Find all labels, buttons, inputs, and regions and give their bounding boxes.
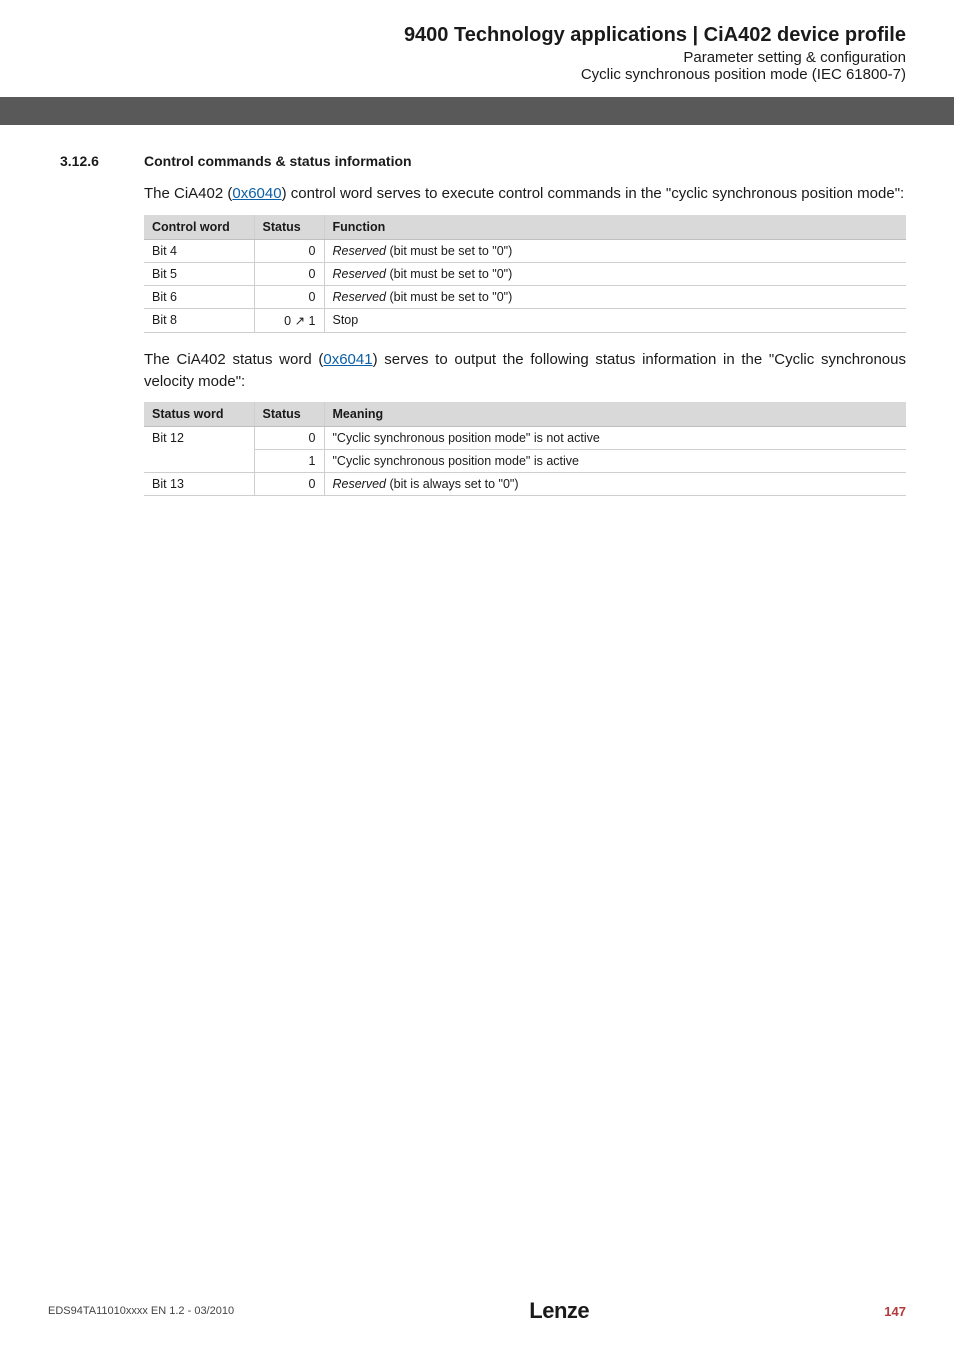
table-row: 1 "Cyclic synchronous position mode" is … [144, 450, 906, 473]
header-subtitle-2: Cyclic synchronous position mode (IEC 61… [0, 66, 906, 83]
t1-h-c3: Function [324, 215, 906, 240]
t1-r2-c2: 0 [254, 285, 324, 308]
table-row: Bit 5 0 Reserved (bit must be set to "0"… [144, 262, 906, 285]
t2-r2-c3r: (bit is always set to "0") [386, 477, 519, 491]
t2-r0-c3: "Cyclic synchronous position mode" is no… [324, 427, 906, 450]
t1-r0-c3r: (bit must be set to "0") [386, 244, 512, 258]
link-0x6041[interactable]: 0x6041 [323, 351, 372, 368]
t2-r1-c3r: "Cyclic synchronous position mode" is ac… [333, 454, 579, 468]
t2-h-c1: Status word [144, 402, 254, 427]
t2-r2-c2: 0 [254, 473, 324, 496]
section-title: Control commands & status information [144, 153, 412, 169]
t2-r1-c3: "Cyclic synchronous position mode" is ac… [324, 450, 906, 473]
t1-r3-c3: Stop [324, 308, 906, 332]
table-row: Bit 13 0 Reserved (bit is always set to … [144, 473, 906, 496]
footer-page-number: 147 [884, 1304, 906, 1319]
t1-r0-c2: 0 [254, 239, 324, 262]
footer-logo: Lenze [529, 1298, 589, 1324]
table-row: Bit 4 0 Reserved (bit must be set to "0"… [144, 239, 906, 262]
t2-r2-c3i: Reserved [333, 477, 387, 491]
t1-r1-c2: 0 [254, 262, 324, 285]
t1-r3-c3r: Stop [333, 313, 359, 327]
link-0x6040[interactable]: 0x6040 [232, 185, 281, 202]
t2-r0-c2: 0 [254, 427, 324, 450]
t1-r1-c3r: (bit must be set to "0") [386, 267, 512, 281]
section-number: 3.12.6 [60, 153, 120, 169]
t2-r0-c3r: "Cyclic synchronous position mode" is no… [333, 431, 600, 445]
t1-r3-c2: 0 ↗ 1 [254, 308, 324, 332]
page-header: 9400 Technology applications | CiA402 de… [0, 18, 954, 125]
t2-h-c2: Status [254, 402, 324, 427]
t2-r0-c1: Bit 12 [144, 427, 254, 450]
t1-r2-c1: Bit 6 [144, 285, 254, 308]
content-area: 3.12.6 Control commands & status informa… [0, 125, 954, 496]
t1-r1-c3i: Reserved [333, 267, 387, 281]
table-row: Bit 12 0 "Cyclic synchronous position mo… [144, 427, 906, 450]
paragraph-2: The CiA402 status word (0x6041) serves t… [144, 349, 906, 393]
t1-r2-c3r: (bit must be set to "0") [386, 290, 512, 304]
t1-r2-c3i: Reserved [333, 290, 387, 304]
t2-r2-c3: Reserved (bit is always set to "0") [324, 473, 906, 496]
t1-r1-c1: Bit 5 [144, 262, 254, 285]
table-row: Bit 8 0 ↗ 1 Stop [144, 308, 906, 332]
control-word-table: Control word Status Function Bit 4 0 Res… [144, 215, 906, 333]
t1-h-c2: Status [254, 215, 324, 240]
section-heading: 3.12.6 Control commands & status informa… [60, 153, 906, 169]
paragraph-1: The CiA402 (0x6040) control word serves … [144, 183, 906, 205]
header-title: 9400 Technology applications | CiA402 de… [0, 24, 906, 47]
t2-r1-c2: 1 [254, 450, 324, 473]
para2-a: The CiA402 status word ( [144, 351, 323, 368]
t2-r2-c1: Bit 13 [144, 473, 254, 496]
t1-r2-c3: Reserved (bit must be set to "0") [324, 285, 906, 308]
t1-r0-c3i: Reserved [333, 244, 387, 258]
footer-doc-id: EDS94TA11010xxxx EN 1.2 - 03/2010 [48, 1305, 234, 1317]
para1-a: The CiA402 ( [144, 185, 232, 202]
t2-h-c3: Meaning [324, 402, 906, 427]
t1-h-c1: Control word [144, 215, 254, 240]
status-word-table: Status word Status Meaning Bit 12 0 "Cyc… [144, 402, 906, 496]
t1-r0-c1: Bit 4 [144, 239, 254, 262]
header-subtitle-1: Parameter setting & configuration [0, 49, 906, 66]
t1-r0-c3: Reserved (bit must be set to "0") [324, 239, 906, 262]
table-row: Bit 6 0 Reserved (bit must be set to "0"… [144, 285, 906, 308]
t1-r3-c1: Bit 8 [144, 308, 254, 332]
t1-r1-c3: Reserved (bit must be set to "0") [324, 262, 906, 285]
para1-b: ) control word serves to execute control… [282, 185, 905, 202]
page-footer: EDS94TA11010xxxx EN 1.2 - 03/2010 Lenze … [0, 1298, 954, 1324]
t2-r1-c1 [144, 450, 254, 473]
